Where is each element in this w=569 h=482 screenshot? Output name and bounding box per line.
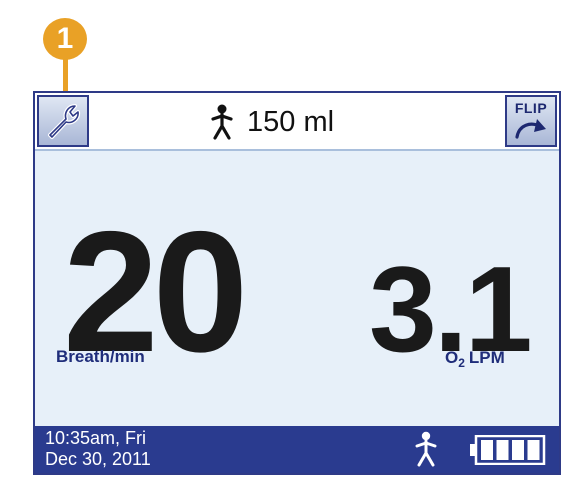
settings-button[interactable] [37, 95, 89, 147]
battery-icon [470, 435, 546, 465]
tidal-volume-value: 150 ml [247, 105, 335, 138]
battery-cell [496, 440, 509, 460]
time-text: 10:35am, Fri [45, 428, 147, 448]
callout-leader-line [63, 58, 68, 92]
status-bar: 10:35am, Fri Dec 30, 2011 [35, 426, 559, 473]
battery-cell [527, 440, 540, 460]
patient-person-icon [415, 431, 437, 467]
date-text: Dec 30, 2011 [45, 449, 151, 469]
flip-arrow-icon [515, 119, 546, 139]
o2-flow-unit: O2 LPM [445, 348, 505, 370]
top-bar: 150 ml FLIP [35, 93, 559, 151]
o2-unit-suffix: LPM [468, 348, 505, 367]
person-icon [211, 104, 233, 140]
o2-unit-prefix: O [445, 348, 459, 367]
o2-unit-subscript: 2 [458, 356, 465, 370]
wrench-icon [48, 104, 81, 139]
device-screenshot: 1 150 ml FLIP 20 3.1 Breath/min O2 LPM 1… [0, 0, 569, 482]
callout-badge: 1 [43, 18, 87, 60]
flip-button[interactable]: FLIP [505, 95, 557, 147]
battery-cell [512, 440, 524, 460]
date-time-display: 10:35am, Fri Dec 30, 2011 [45, 428, 151, 470]
breath-rate-unit: Breath/min [56, 347, 145, 366]
device-display: 150 ml FLIP 20 3.1 Breath/min O2 LPM 10:3… [33, 91, 561, 475]
tidal-volume-display: 150 ml [211, 103, 334, 141]
battery-cell [481, 440, 493, 460]
